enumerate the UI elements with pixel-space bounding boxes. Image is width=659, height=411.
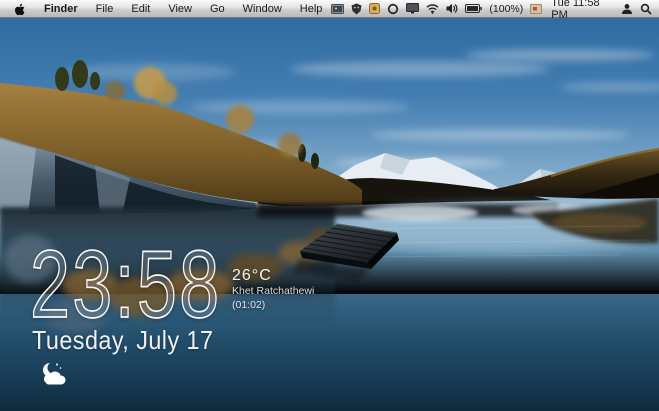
widget-time: 23:58 <box>29 231 222 338</box>
night-partly-cloudy-icon <box>38 361 70 392</box>
battery-icon[interactable] <box>465 0 483 17</box>
user-icon[interactable] <box>621 0 633 17</box>
apple-menu[interactable] <box>0 0 35 17</box>
widget-location: Khet Ratchathewi <box>232 285 315 297</box>
display-icon[interactable] <box>406 0 420 17</box>
menu-bar-left: Finder File Edit View Go Window Help <box>0 0 331 17</box>
menu-finder[interactable]: Finder <box>35 0 87 17</box>
widget-secondary-time: (01:02) <box>232 298 266 311</box>
desktop-screen: Finder File Edit View Go Window Help (10… <box>0 0 659 411</box>
widget-date: Tuesday, July 17 <box>32 325 214 355</box>
apple-logo-icon <box>15 3 25 15</box>
sync-ring-icon[interactable] <box>387 0 399 17</box>
volume-icon[interactable] <box>446 0 458 17</box>
menu-go[interactable]: Go <box>201 0 234 17</box>
widget-weather-info: 26°C Khet Ratchathewi (01:02) <box>232 267 314 312</box>
menu-edit[interactable]: Edit <box>122 0 159 17</box>
menu-window[interactable]: Window <box>234 0 291 17</box>
menu-view[interactable]: View <box>159 0 201 17</box>
clock-widget: 23:58 26°C Khet Ratchathewi (01:02) Tues… <box>29 231 450 407</box>
menu-help[interactable]: Help <box>291 0 332 17</box>
input-source-flag-icon[interactable] <box>530 0 543 17</box>
menu-bar: Finder File Edit View Go Window Help (10… <box>0 0 659 21</box>
menu-bar-status-area: (100%) Tue 11:58 PM <box>331 0 659 21</box>
widget-temperature: 26°C <box>232 267 272 284</box>
battery-percentage[interactable]: (100%) <box>489 3 523 15</box>
menu-file[interactable]: File <box>87 0 123 17</box>
screen-preview-icon[interactable] <box>331 0 345 17</box>
spotlight-search-icon[interactable] <box>640 0 652 17</box>
app-badge-icon[interactable] <box>369 0 381 17</box>
menu-bar-clock[interactable]: Tue 11:58 PM <box>549 0 614 21</box>
shield-icon[interactable] <box>351 0 362 17</box>
wifi-icon[interactable] <box>426 0 439 17</box>
